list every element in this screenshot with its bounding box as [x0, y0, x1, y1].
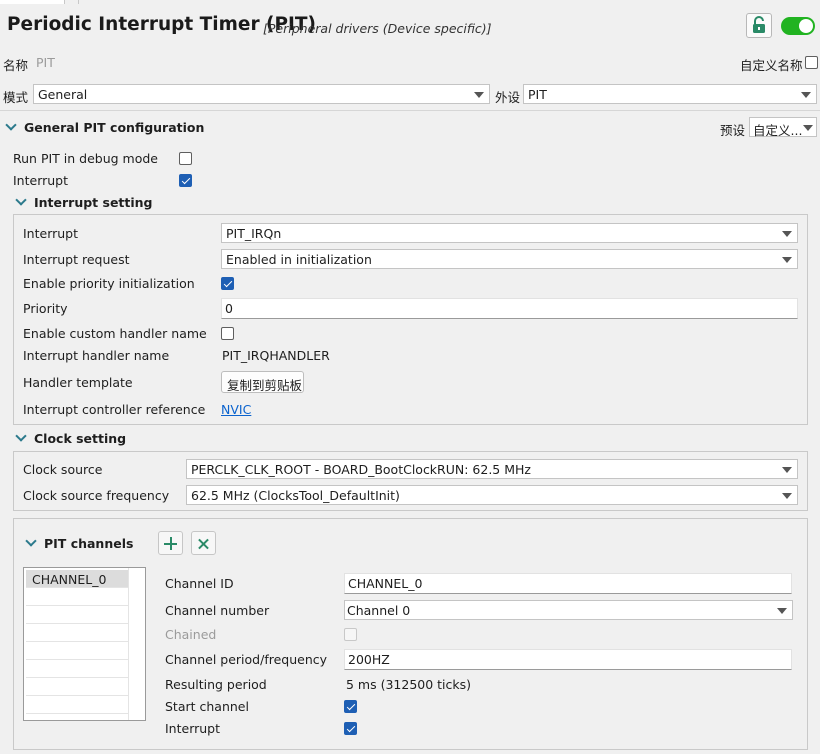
clock-setting-title[interactable]: Clock setting: [34, 431, 126, 446]
collapse-chevron-icon[interactable]: [15, 430, 27, 442]
handler-name-label: Interrupt handler name: [23, 348, 170, 363]
priority-label: Priority: [23, 301, 68, 316]
list-item[interactable]: CHANNEL_0: [26, 570, 128, 588]
custom-name-checkbox[interactable]: [805, 56, 818, 69]
run-debug-checkbox[interactable]: [179, 152, 192, 165]
custom-handler-checkbox[interactable]: [221, 327, 234, 340]
chevron-down-icon: [782, 231, 792, 237]
pit-channels-title[interactable]: PIT channels: [44, 536, 133, 551]
component-enable-toggle[interactable]: [781, 17, 815, 35]
enable-priority-label: Enable priority initialization: [23, 276, 195, 291]
channel-id-input[interactable]: CHANNEL_0: [344, 573, 792, 594]
chevron-down-icon: [782, 467, 792, 473]
list-item-empty: [26, 606, 128, 624]
interrupt-setting-title[interactable]: Interrupt setting: [34, 195, 153, 210]
channel-number-label: Channel number: [165, 603, 270, 618]
custom-handler-label: Enable custom handler name: [23, 326, 207, 341]
interrupt-checkbox[interactable]: [179, 174, 192, 187]
channel-interrupt-checkbox[interactable]: [344, 722, 357, 735]
list-item-empty: [26, 588, 128, 606]
preset-label: 预设: [720, 123, 746, 138]
preset-select-value: 自定义...: [753, 123, 803, 138]
chevron-down-icon: [803, 125, 813, 131]
start-channel-label: Start channel: [165, 699, 249, 714]
list-item-empty: [26, 624, 128, 642]
peripheral-select[interactable]: PIT: [523, 84, 817, 104]
irq-label: Interrupt: [23, 226, 79, 241]
irq-select[interactable]: PIT_IRQn: [221, 223, 798, 243]
clock-frequency-select[interactable]: 62.5 MHz (ClocksTool_DefaultInit): [186, 485, 798, 505]
interrupt-label: Interrupt: [13, 173, 69, 188]
editor-tab-strip: [0, 0, 820, 5]
list-item-empty: [26, 678, 128, 696]
remove-channel-button[interactable]: [191, 531, 216, 555]
chevron-down-icon: [474, 92, 484, 98]
copy-to-clipboard-button[interactable]: 复制到剪贴板: [221, 371, 304, 393]
nvic-link[interactable]: NVIC: [221, 402, 251, 417]
chevron-down-icon: [782, 493, 792, 499]
mode-select[interactable]: General: [33, 84, 490, 104]
irq-request-value: Enabled in initialization: [226, 252, 372, 267]
priority-input-value: 0: [225, 301, 233, 316]
interrupt-setting-panel: [13, 214, 808, 425]
list-item-empty: [26, 642, 128, 660]
mode-label: 模式: [3, 90, 29, 105]
resulting-period-value: 5 ms (312500 ticks): [346, 677, 472, 692]
general-config-title[interactable]: General PIT configuration: [24, 120, 204, 135]
chevron-down-icon: [777, 608, 787, 614]
custom-name-label: 自定义名称: [740, 58, 803, 73]
channel-interrupt-label: Interrupt: [165, 721, 221, 736]
clock-frequency-label: Clock source frequency: [23, 488, 170, 503]
irq-request-select[interactable]: Enabled in initialization: [221, 249, 798, 269]
run-debug-label: Run PIT in debug mode: [13, 151, 158, 166]
editor-tab-active[interactable]: [0, 0, 65, 4]
clock-frequency-value: 62.5 MHz (ClocksTool_DefaultInit): [191, 488, 400, 503]
channel-id-value: CHANNEL_0: [348, 576, 423, 591]
channel-number-value: Channel 0: [347, 603, 411, 618]
toggle-knob: [799, 19, 813, 33]
name-label: 名称: [3, 58, 29, 73]
controller-ref-label: Interrupt controller reference: [23, 402, 206, 417]
irq-request-label: Interrupt request: [23, 252, 130, 267]
editor-tab[interactable]: [64, 0, 79, 4]
chevron-down-icon: [801, 92, 811, 98]
chained-label: Chained: [165, 627, 217, 642]
preset-select[interactable]: 自定义...: [749, 117, 817, 138]
list-item-empty: [26, 696, 128, 714]
priority-input[interactable]: 0: [221, 298, 798, 319]
mode-select-value: General: [38, 87, 88, 102]
channel-number-select[interactable]: Channel 0: [344, 600, 793, 620]
clock-source-select[interactable]: PERCLK_CLK_ROOT - BOARD_BootClockRUN: 62…: [186, 459, 798, 479]
copy-button-label: 复制到剪贴板: [227, 378, 303, 393]
unlock-icon: [753, 16, 765, 33]
clock-source-label: Clock source: [23, 462, 103, 477]
name-value: PIT: [36, 55, 55, 70]
peripheral-label: 外设: [495, 90, 521, 105]
collapse-chevron-icon[interactable]: [5, 119, 17, 131]
add-channel-button[interactable]: [158, 531, 183, 555]
resulting-period-label: Resulting period: [165, 677, 267, 692]
channel-list[interactable]: CHANNEL_0: [23, 567, 146, 721]
channel-period-label: Channel period/frequency: [165, 652, 328, 667]
channel-id-label: Channel ID: [165, 576, 234, 591]
channel-list-item-label: CHANNEL_0: [32, 572, 107, 587]
start-channel-checkbox[interactable]: [344, 700, 357, 713]
divider: [0, 110, 820, 111]
irq-select-value: PIT_IRQn: [226, 226, 282, 241]
list-divider: [128, 568, 129, 720]
peripheral-select-value: PIT: [528, 87, 547, 102]
channel-period-value: 200HZ: [348, 652, 390, 667]
collapse-chevron-icon[interactable]: [15, 194, 27, 206]
unlock-button[interactable]: [746, 13, 772, 38]
list-item-empty: [26, 660, 128, 678]
chevron-down-icon: [782, 257, 792, 263]
page-subtitle: [Peripheral drivers (Device specific)]: [263, 21, 492, 36]
handler-template-label: Handler template: [23, 375, 133, 390]
channel-period-input[interactable]: 200HZ: [344, 649, 792, 670]
enable-priority-checkbox[interactable]: [221, 277, 234, 290]
handler-name-value: PIT_IRQHANDLER: [222, 348, 330, 363]
clock-source-value: PERCLK_CLK_ROOT - BOARD_BootClockRUN: 62…: [191, 462, 531, 477]
chained-checkbox[interactable]: [344, 628, 357, 641]
